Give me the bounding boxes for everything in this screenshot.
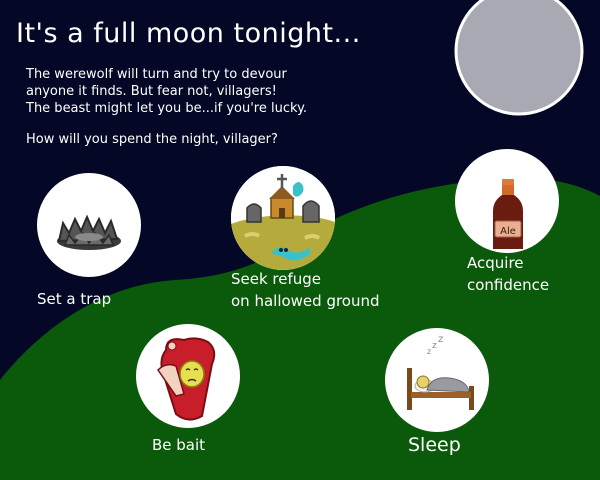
- intro-line: The werewolf will turn and try to devour: [26, 67, 287, 82]
- acquire-confidence-label[interactable]: Acquire confidence: [467, 252, 549, 296]
- intro-text: The werewolf will turn and try to devour…: [26, 66, 307, 117]
- question-text: How will you spend the night, villager?: [26, 132, 278, 147]
- page-title: It's a full moon tonight...: [16, 18, 361, 49]
- seek-refuge-label-line1: Seek refuge: [231, 270, 322, 288]
- intro-line: The beast might let you be...if you're l…: [26, 101, 308, 116]
- svg-text:z: z: [432, 341, 437, 351]
- sleep-choice[interactable]: z z z: [385, 328, 489, 432]
- acquire-confidence-choice[interactable]: Ale: [455, 149, 559, 253]
- sleeping-in-bed-icon: z z z: [407, 334, 474, 410]
- be-bait-label[interactable]: Be bait: [152, 434, 205, 456]
- ale-label-text: Ale: [500, 226, 516, 237]
- be-bait-choice[interactable]: [136, 324, 240, 428]
- seek-refuge-label-line2: on hallowed ground: [231, 292, 380, 310]
- set-trap-choice[interactable]: [37, 173, 141, 277]
- ale-bottle-icon: Ale: [493, 179, 523, 249]
- bear-trap-icon: [57, 214, 121, 250]
- svg-text:z: z: [427, 347, 431, 356]
- full-moon: [454, 0, 584, 116]
- set-trap-label[interactable]: Set a trap: [37, 288, 111, 310]
- graveyard-icon: [231, 166, 335, 270]
- acquire-confidence-label-line1: Acquire: [467, 254, 524, 272]
- svg-text:z: z: [438, 334, 443, 345]
- seek-refuge-choice[interactable]: [231, 166, 335, 270]
- meat-bait-icon: [157, 337, 216, 421]
- acquire-confidence-label-line2: confidence: [467, 276, 550, 294]
- sleep-label[interactable]: Sleep: [408, 434, 461, 456]
- seek-refuge-label[interactable]: Seek refuge on hallowed ground: [231, 268, 380, 312]
- intro-line: anyone it finds. But fear not, villagers…: [26, 84, 277, 99]
